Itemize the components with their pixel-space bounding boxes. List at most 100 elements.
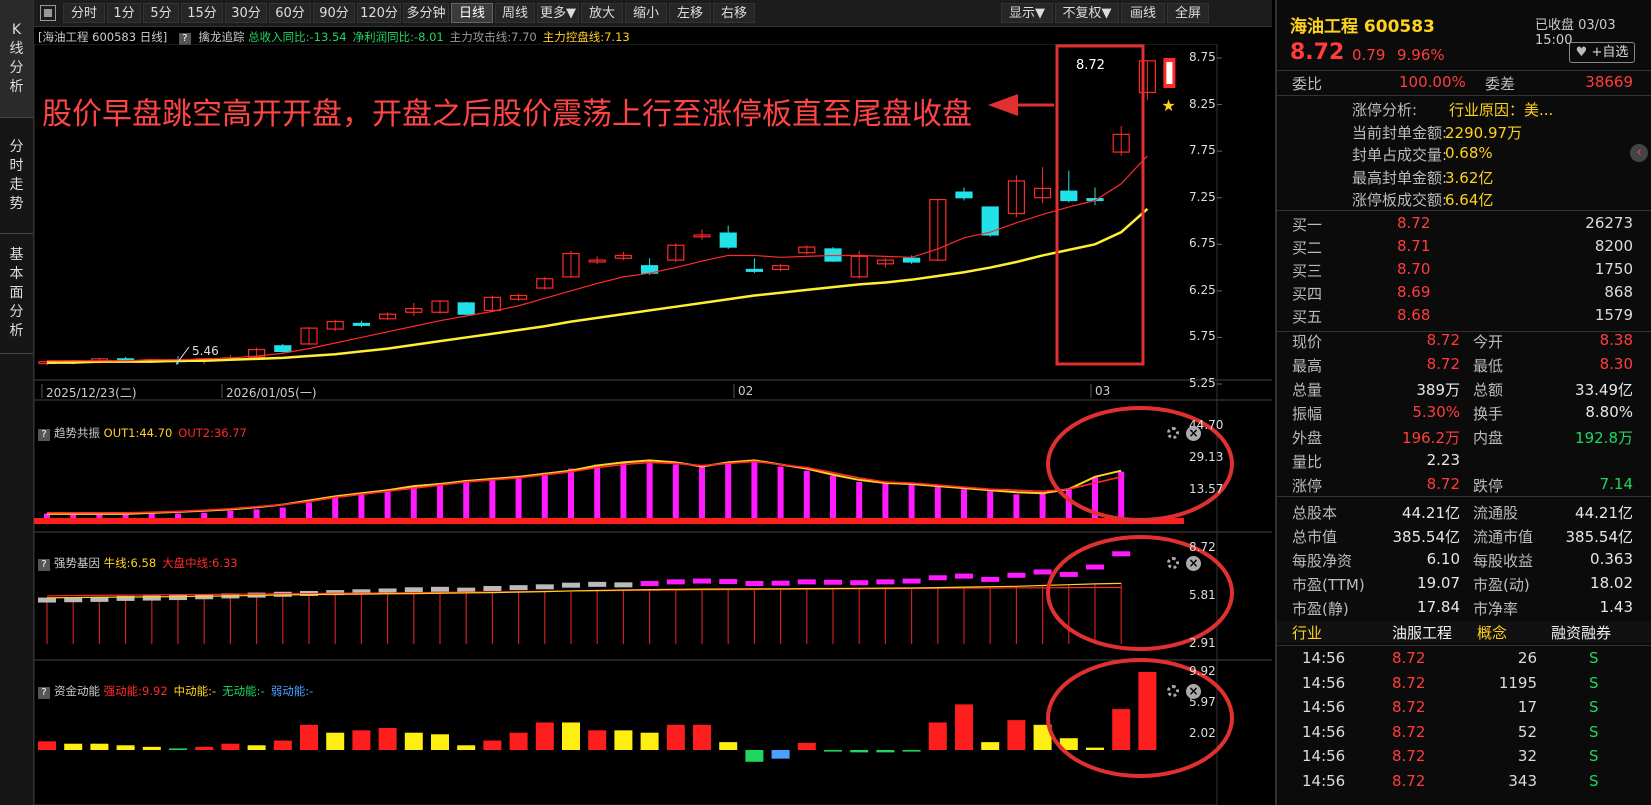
trend-bar — [908, 483, 915, 518]
momentum-bar — [169, 748, 187, 750]
limit-info-row: 涨停板成交额: 6.64亿 — [1277, 188, 1651, 210]
momentum-bar — [326, 732, 345, 750]
bid-row[interactable]: 买四 8.69 868 — [1277, 282, 1651, 304]
tab-char: K — [11, 21, 22, 38]
stat-value: 8.72 — [1426, 331, 1460, 349]
gene-block — [693, 578, 711, 584]
trend-bar — [437, 483, 443, 518]
stat-label: 总股本 — [1292, 504, 1338, 522]
help-icon[interactable]: ? — [38, 559, 50, 571]
stat-value: 18.02 — [1590, 574, 1633, 592]
bid-row[interactable]: 买一 8.72 26273 — [1277, 213, 1651, 235]
period-button-8[interactable]: 多分钟 — [403, 3, 449, 23]
period-button-14[interactable]: 左移 — [669, 3, 711, 23]
limit-info-row: 封单占成交量: 0.68% — [1277, 143, 1651, 165]
toolbar-option-3[interactable]: 全屏 — [1167, 3, 1209, 23]
price-change-pct: 9.96% — [1397, 46, 1445, 64]
period-button-1[interactable]: 1分 — [107, 3, 141, 23]
limit-info-value: 6.64亿 — [1445, 191, 1494, 209]
limit-info-label: 最高封单金额: — [1352, 168, 1448, 187]
momentum-bar — [614, 730, 633, 750]
bid-price: 8.68 — [1397, 306, 1431, 324]
panel-title: 趋势共振 — [54, 426, 100, 440]
bid-row[interactable]: 买五 8.68 1579 — [1277, 305, 1651, 327]
gear-icon[interactable] — [1167, 685, 1179, 697]
momentum-bar — [38, 741, 56, 750]
stat-label: 涨停 — [1292, 477, 1323, 495]
industry-value[interactable]: 油服工程 — [1392, 622, 1452, 643]
close-icon[interactable]: × — [1186, 684, 1201, 699]
trade-volume: 26 — [1517, 649, 1537, 667]
limit-info-row: 当前封单金额: 2290.97万 — [1277, 121, 1651, 143]
period-button-2[interactable]: 5分 — [143, 3, 179, 23]
trend-bar — [332, 497, 339, 518]
toolbar-option-0[interactable]: 显示▼ — [1001, 3, 1053, 23]
divider — [1277, 210, 1651, 211]
help-icon[interactable]: ? — [38, 429, 50, 441]
trend-bar — [201, 512, 208, 518]
limit-info-value: 2290.97万 — [1445, 123, 1523, 142]
period-button-5[interactable]: 60分 — [269, 3, 311, 23]
momentum-bar — [300, 724, 318, 750]
stat-value: 1.43 — [1599, 598, 1633, 616]
gear-icon[interactable] — [1167, 557, 1179, 569]
trend-bar — [725, 462, 732, 518]
toolbar-option-2[interactable]: 画线 — [1121, 3, 1165, 23]
toolbar-option-1[interactable]: 不复权▼ — [1055, 3, 1119, 23]
add-watchlist-button[interactable]: ♥ +自选 — [1569, 42, 1635, 63]
momentum-bar — [273, 740, 292, 750]
bid-row[interactable]: 买三 8.70 1750 — [1277, 259, 1651, 281]
period-toolbar: 分时 1分 5分 15分 30分 60分 90分 120分 多分钟 日线 周线 更多▼ 放大 缩小 左移 右移… — [34, 0, 1272, 27]
period-button-3[interactable]: 15分 — [181, 3, 223, 23]
trend-bar — [699, 466, 705, 518]
momentum-bar — [719, 742, 738, 750]
tab-char: 线 — [9, 40, 24, 57]
stat-label: 总量 — [1292, 381, 1323, 399]
period-button-4[interactable]: 30分 — [225, 3, 267, 23]
limit-info-value[interactable]: 行业原因：美... — [1449, 99, 1553, 120]
period-button-10[interactable]: 周线 — [495, 3, 535, 23]
y-tick: 8.25 — [1189, 96, 1216, 111]
limit-up-flag — [1166, 62, 1173, 84]
collapse-arrow-icon[interactable]: ‹ — [1630, 144, 1648, 162]
limit-info-label: 涨停板成交额: — [1352, 191, 1448, 209]
period-button-15[interactable]: 右移 — [713, 3, 755, 23]
arrow-head-icon — [988, 94, 1018, 116]
gene-block — [955, 573, 973, 579]
trend-bar — [515, 475, 522, 518]
stat-value: 8.72 — [1426, 475, 1460, 493]
bid-row[interactable]: 买二 8.71 8200 — [1277, 236, 1651, 258]
panel-values: 强动能:9.92 中动能:- 无动能:- 弱动能:- — [104, 684, 320, 698]
annotation-text: 股价早盘跳空高开开盘，开盘之后股价震荡上行至涨停板直至尾盘收盘 — [42, 97, 972, 132]
help-icon[interactable]: ? — [38, 687, 50, 699]
stat-label: 振幅 — [1292, 405, 1323, 423]
tab-intraday[interactable]: 分时走势 — [0, 118, 33, 234]
bid-volume: 1579 — [1594, 306, 1633, 324]
margin-label[interactable]: 融资融券 — [1551, 622, 1611, 643]
close-icon[interactable]: × — [1186, 556, 1201, 571]
concept-label[interactable]: 概念 — [1477, 622, 1507, 643]
low-price-label: 5.46 — [192, 344, 219, 358]
period-button-11[interactable]: 更多▼ — [537, 3, 579, 23]
layout-icon[interactable] — [40, 5, 56, 21]
period-button-13[interactable]: 缩小 — [625, 3, 667, 23]
gene-block — [1007, 572, 1026, 578]
period-button-6[interactable]: 90分 — [313, 3, 355, 23]
momentum-bar — [666, 724, 685, 750]
close-icon[interactable]: × — [1186, 426, 1201, 441]
gear-icon[interactable] — [1167, 427, 1179, 439]
period-button-0[interactable]: 分时 — [63, 3, 105, 23]
momentum-bar — [928, 722, 947, 750]
gene-block — [928, 575, 947, 581]
gene-block — [509, 585, 528, 591]
period-button-7[interactable]: 120分 — [357, 3, 401, 23]
trend-bar — [803, 470, 810, 518]
add-watchlist-label: +自选 — [1591, 45, 1629, 60]
bid-price: 8.71 — [1397, 237, 1431, 255]
gene-block — [1033, 569, 1052, 575]
tab-kline[interactable]: K线分析 — [0, 0, 33, 118]
period-button-12[interactable]: 放大 — [581, 3, 623, 23]
period-button-9[interactable]: 日线 — [451, 3, 493, 23]
stats-row: 每股净资 6.10 每股收益 0.363 — [1277, 549, 1651, 571]
tab-fundamentals[interactable]: 基本面分析 — [0, 234, 33, 354]
